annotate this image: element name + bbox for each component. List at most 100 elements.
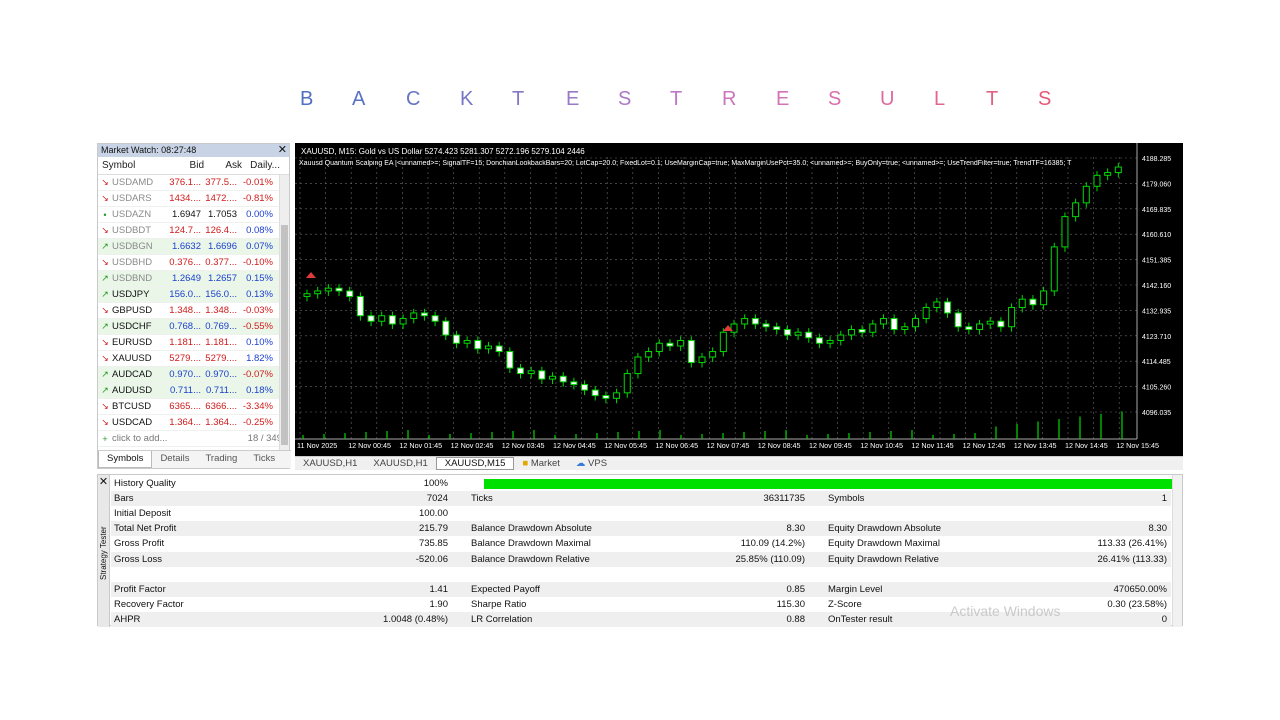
symbol-name: USDJPY xyxy=(112,289,150,300)
trend-arrow-icon: ↗ xyxy=(101,289,109,299)
market-watch-row[interactable]: ↗ USDBGN 1.6632 1.6696 0.07% xyxy=(98,239,289,255)
column-daily-change[interactable]: Daily... xyxy=(242,160,280,171)
trend-arrow-icon: ↘ xyxy=(101,353,109,363)
daily-change: 0.10% xyxy=(246,337,273,348)
candle-body xyxy=(549,375,557,380)
tester-row: Initial Deposit 100.00 xyxy=(111,506,1171,521)
add-symbol-row[interactable]: + click to add... 18 / 349 xyxy=(98,431,289,447)
market-watch-row[interactable]: ↘ USDBDT 124.7... 126.4... 0.08% xyxy=(98,223,289,239)
tab-market[interactable]: ■ Market xyxy=(514,458,567,469)
metric-label: Balance Drawdown Maximal xyxy=(471,538,591,550)
metric-value: 115.30 xyxy=(776,598,805,610)
candle-body xyxy=(420,312,428,317)
close-icon[interactable]: ✕ xyxy=(98,475,109,489)
market-watch-header: Symbol Bid Ask Daily... xyxy=(98,157,289,175)
price-level-label: 4179.060 xyxy=(1142,181,1171,188)
market-watch-row[interactable]: ↗ USDJPY 156.0... 156.0... 0.13% xyxy=(98,287,289,303)
tab-trading[interactable]: Trading xyxy=(197,451,245,468)
candle-body xyxy=(773,326,781,330)
price-level-label: 4123.710 xyxy=(1142,334,1171,341)
metric-label: Ticks xyxy=(471,493,493,505)
market-watch-scrollbar[interactable] xyxy=(279,175,289,450)
daily-change: -0.03% xyxy=(242,305,273,316)
bid-price: 6365.... xyxy=(169,401,201,412)
chart-tab-2[interactable]: XAUUSD,H1 xyxy=(365,458,435,469)
candle-body xyxy=(442,320,450,336)
market-watch-row[interactable]: • USDAZN 1.6947 1.7053 0.00% xyxy=(98,207,289,223)
candle-body xyxy=(815,337,823,344)
symbol-name: USDAMD xyxy=(112,177,154,188)
candle-body xyxy=(1104,172,1112,176)
ask-price: 0.377... xyxy=(205,257,237,268)
tester-scrollbar[interactable] xyxy=(1172,475,1182,627)
close-icon[interactable]: ✕ xyxy=(278,144,287,156)
market-watch-row[interactable]: ↘ BTCUSD 6365.... 6366.... -3.34% xyxy=(98,399,289,415)
candle-body xyxy=(431,315,439,322)
candle-body xyxy=(997,320,1005,328)
market-watch-row[interactable]: ↘ GBPUSD 1.348... 1.348... -0.03% xyxy=(98,303,289,319)
time-label: 12 Nov 04:45 xyxy=(553,441,596,450)
bid-price: 0.376... xyxy=(169,257,201,268)
daily-change: -0.25% xyxy=(242,417,273,428)
trade-marker-icon xyxy=(306,272,316,278)
candle-body xyxy=(314,290,322,295)
chart-tab-3[interactable]: XAUUSD,M15 xyxy=(435,457,515,470)
candle-body xyxy=(741,317,749,325)
market-watch-row[interactable]: ↗ AUDCAD 0.970... 0.970... -0.07% xyxy=(98,367,289,383)
candle-body xyxy=(591,389,599,397)
trend-arrow-icon: ↘ xyxy=(101,337,109,347)
ask-price: 1.2657 xyxy=(207,273,237,284)
chart-tab-1[interactable]: XAUUSD,H1 xyxy=(295,458,365,469)
time-label: 12 Nov 00:45 xyxy=(348,441,391,450)
metric-label: Sharpe Ratio xyxy=(471,598,527,610)
tab-details[interactable]: Details xyxy=(152,451,197,468)
column-bid[interactable]: Bid xyxy=(168,160,204,171)
symbol-name: USDBDT xyxy=(112,225,152,236)
market-watch-row[interactable]: ↘ USDCAD 1.364... 1.364... -0.25% xyxy=(98,415,289,431)
column-ask[interactable]: Ask xyxy=(204,160,242,171)
market-watch-row[interactable]: ↗ USDBND 1.2649 1.2657 0.15% xyxy=(98,271,289,287)
metric-value: 36311735 xyxy=(763,493,805,505)
metric-label: LR Correlation xyxy=(471,613,533,625)
bid-price: 1434.... xyxy=(169,193,201,204)
metric-value: 215.79 xyxy=(418,523,448,535)
time-label: 12 Nov 02:45 xyxy=(451,441,494,450)
bid-price: 1.6947 xyxy=(171,209,201,220)
market-watch-row[interactable]: ↘ EURUSD 1.181... 1.181... 0.10% xyxy=(98,335,289,351)
tab-symbols[interactable]: Symbols xyxy=(98,451,153,468)
symbol-name: USDBHD xyxy=(112,257,153,268)
trend-arrow-icon: ↗ xyxy=(101,385,109,395)
candle-body xyxy=(463,340,471,344)
column-symbol[interactable]: Symbol xyxy=(98,160,168,171)
tester-row: Gross Profit 735.85 Balance Drawdown Maxim… xyxy=(111,536,1171,551)
market-watch-row[interactable]: ↗ AUDUSD 0.711... 0.711... 0.18% xyxy=(98,383,289,399)
daily-change: 1.82% xyxy=(246,353,273,364)
market-watch-row[interactable]: ↘ XAUUSD 5279.... 5279.... 1.82% xyxy=(98,351,289,367)
heading-letter: C xyxy=(406,88,421,110)
trend-arrow-icon: ↗ xyxy=(101,273,109,283)
tester-row: Gross Loss -520.06 Balance Drawdown Relati… xyxy=(111,551,1171,567)
candle-body xyxy=(559,375,567,383)
metric-label: History Quality xyxy=(114,478,176,489)
metric-label: Symbols xyxy=(828,493,865,505)
candlestick-chart[interactable]: 4188.285 4179.060 4169.835 4160.610 4151.385… xyxy=(295,143,1183,456)
bid-price: 124.7... xyxy=(169,225,201,236)
tab-vps[interactable]: ☁ VPS xyxy=(568,458,615,469)
metric-label: AHPR xyxy=(114,613,141,625)
price-level-label: 4132.935 xyxy=(1142,308,1171,315)
market-watch-row[interactable]: ↗ USDCHF 0.768... 0.769... -0.55% xyxy=(98,319,289,335)
candle-body xyxy=(709,351,717,358)
symbol-name: USDCAD xyxy=(112,417,153,428)
candle-body xyxy=(922,306,930,319)
market-watch-row[interactable]: ↘ USDARS 1434.... 1472.... -0.81% xyxy=(98,191,289,207)
metric-value: 1.41 xyxy=(429,583,449,595)
metric-value: 470650.00% xyxy=(1113,583,1167,595)
price-chart[interactable]: 4188.285 4179.060 4169.835 4160.610 4151.385… xyxy=(295,143,1183,456)
heading-letter: E xyxy=(776,88,790,110)
market-watch-row[interactable]: ↘ USDAMD 376.1... 377.5... -0.01% xyxy=(98,175,289,191)
tab-ticks[interactable]: Ticks xyxy=(245,451,283,468)
candle-body xyxy=(783,328,791,336)
market-watch-row[interactable]: ↘ USDBHD 0.376... 0.377... -0.10% xyxy=(98,255,289,271)
daily-change: 0.00% xyxy=(246,209,273,220)
page-heading: BACKTESTRESULTS xyxy=(0,88,1280,114)
